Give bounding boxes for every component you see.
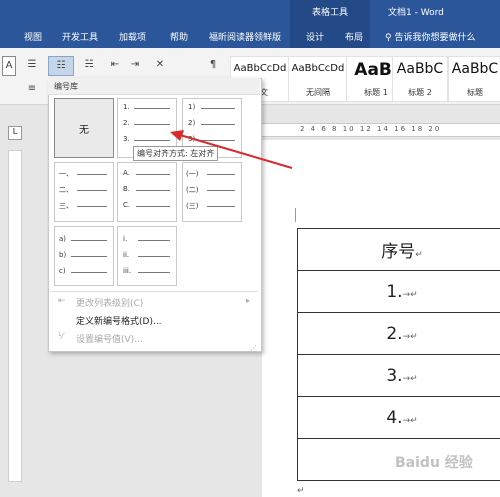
font-box-icon[interactable]: A xyxy=(2,56,16,76)
tab-developer[interactable]: 开发工具 xyxy=(62,30,98,43)
numbering-option-roman-lower[interactable]: i. ii. iii. xyxy=(117,226,177,286)
ruler-numbers: 2 4 6 8 10 12 14 16 18 20 xyxy=(300,125,442,133)
set-value-icon: ⅟ xyxy=(58,332,64,342)
table-row: 1.→↵ xyxy=(297,270,500,313)
resize-grip-icon[interactable]: ⋰ xyxy=(250,344,257,352)
style-heading-2[interactable]: AaBbC 标题 2 xyxy=(392,56,448,102)
tab-design[interactable]: 设计 xyxy=(306,30,324,43)
numbering-tooltip: 编号对齐方式: 左对齐 xyxy=(133,146,219,161)
numbering-icon[interactable]: ☷ xyxy=(48,56,74,76)
tab-layout[interactable]: 布局 xyxy=(345,30,363,43)
numbering-option-chinese[interactable]: 一、 二、 三、 xyxy=(54,162,114,222)
align-left-icon[interactable]: ≡ xyxy=(22,80,42,98)
watermark: Baidu 经验 xyxy=(395,455,473,471)
multilevel-list-icon[interactable]: ☵ xyxy=(78,56,100,74)
tab-addins[interactable]: 加载项 xyxy=(119,30,146,43)
tell-me-search[interactable]: ⚲ 告诉我你想要做什么 xyxy=(385,30,475,43)
end-paragraph-mark: ↵ xyxy=(297,486,305,496)
numbering-option-letter-upper[interactable]: A. B. C. xyxy=(117,162,177,222)
document-table[interactable]: 序号↵ 1.→↵ 2.→↵ 3.→↵ 4.→↵ xyxy=(297,228,500,481)
table-cell[interactable]: 1.→↵ xyxy=(297,270,500,313)
tab-help[interactable]: 帮助 xyxy=(170,30,188,43)
margin-marker xyxy=(295,208,296,222)
search-label: 告诉我你想要做什么 xyxy=(394,33,476,43)
tab-mark: →↵ xyxy=(402,289,418,300)
paragraph-mark: ↵ xyxy=(415,250,423,260)
define-new-number-format-menu-item[interactable]: 定义新编号格式(D)... xyxy=(76,314,162,327)
bullets-icon[interactable]: ☰ xyxy=(22,56,42,74)
cell-text: 3. xyxy=(386,365,403,386)
table-row: 4.→↵ xyxy=(297,396,500,439)
vertical-ruler[interactable] xyxy=(8,150,22,482)
table-row: 序号↵ xyxy=(297,228,500,271)
none-label: 无 xyxy=(79,125,89,136)
tab-mark: →↵ xyxy=(402,415,418,426)
tab-mark: →↵ xyxy=(402,373,418,384)
table-cell[interactable]: 3.→↵ xyxy=(297,354,500,397)
table-cell[interactable]: 序号↵ xyxy=(297,228,500,271)
numbering-option-letter-lower[interactable]: a) b) c) xyxy=(54,226,114,286)
decrease-indent-icon[interactable]: ⇤ xyxy=(106,56,124,74)
chinese-layout-icon[interactable]: ✕ xyxy=(148,56,172,74)
change-list-level-menu-item[interactable]: 更改列表级别(C) xyxy=(76,296,143,309)
header-cell-text: 序号 xyxy=(381,242,416,262)
cell-text: 2. xyxy=(386,323,403,344)
change-level-icon: ⇤ xyxy=(58,296,66,306)
style-no-spacing[interactable]: AaBbCcDd 无间隔 xyxy=(288,56,348,102)
table-row: 3.→↵ xyxy=(297,354,500,397)
tab-stop-selector[interactable]: L xyxy=(8,126,22,140)
tab-foxit[interactable]: 福昕阅读器领鲜版 xyxy=(209,30,281,43)
table-cell[interactable]: 4.→↵ xyxy=(297,396,500,439)
style-title[interactable]: AaBbC 标题 xyxy=(448,56,500,102)
show-marks-icon[interactable]: ¶ xyxy=(204,56,222,74)
cell-text: 1. xyxy=(386,281,403,302)
table-cell[interactable]: 2.→↵ xyxy=(297,312,500,355)
numbering-library-title: 编号库 xyxy=(54,82,78,91)
table-row: 2.→↵ xyxy=(297,312,500,355)
document-title: 文档1 - Word xyxy=(388,8,444,18)
cell-text: 4. xyxy=(386,407,403,428)
search-icon: ⚲ xyxy=(385,33,392,43)
tab-view[interactable]: 视图 xyxy=(24,30,42,43)
numbering-none-option[interactable]: 无 xyxy=(54,98,114,158)
numbering-library-header xyxy=(48,78,260,95)
set-numbering-value-menu-item[interactable]: 设置编号值(V)... xyxy=(76,332,143,345)
tab-mark: →↵ xyxy=(402,331,418,342)
menu-separator xyxy=(50,291,258,292)
submenu-arrow-icon: ▸ xyxy=(246,296,251,305)
numbering-option-chinese-paren[interactable]: (一) (二) (三) xyxy=(182,162,242,222)
increase-indent-icon[interactable]: ⇥ xyxy=(126,56,144,74)
context-title: 表格工具 xyxy=(311,8,348,18)
